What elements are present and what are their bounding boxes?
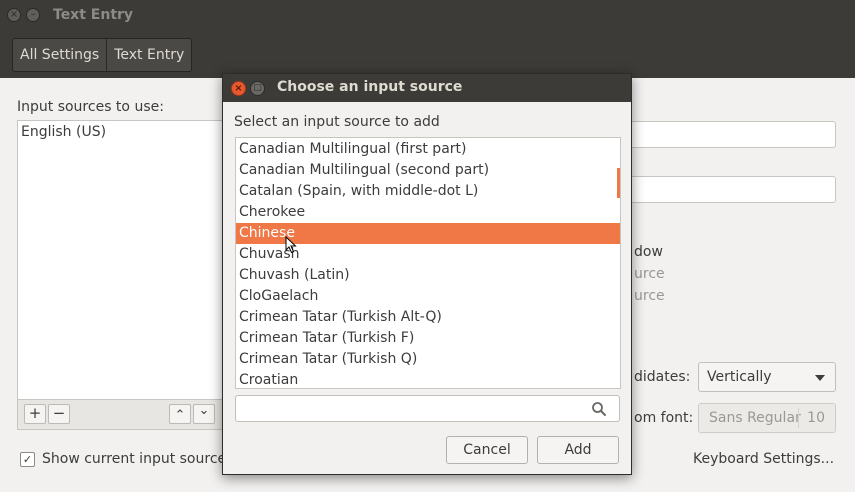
input-sources-list[interactable]: English (US) [17,120,223,400]
source-option-label-2: urce [634,288,665,304]
breadcrumb: All Settings Text Entry [12,38,193,72]
candidates-orientation-value: Vertically [707,369,772,385]
input-source-item[interactable]: English (US) [21,124,106,140]
breadcrumb-all-settings[interactable]: All Settings [13,39,108,71]
shortcut-entry-1[interactable] [600,121,836,148]
remove-source-button[interactable]: − [48,404,70,424]
list-scrollbar[interactable] [617,168,620,198]
candidates-orientation-combo[interactable]: Vertically [698,362,836,392]
keyboard-settings-button[interactable]: Keyboard Settings... [693,451,834,467]
list-item[interactable]: Crimean Tatar (Turkish Q) [236,349,620,370]
list-item[interactable]: Crimean Tatar (Turkish F) [236,328,620,349]
list-item[interactable]: Chuvash (Latin) [236,265,620,286]
list-item[interactable]: Croatian [236,370,620,388]
toolbar: All Settings Text Entry [0,32,855,78]
move-down-button[interactable]: ⌄ [193,404,215,424]
list-item[interactable]: Catalan (Spain, with middle-dot L) [236,181,620,202]
list-item[interactable]: Canadian Multilingual (first part) [236,139,620,160]
search-icon [592,402,606,416]
candidates-label: didates: [634,369,691,385]
choose-input-source-dialog: × □ Choose an input source Select an inp… [222,73,632,475]
window-close-icon[interactable]: × [7,8,21,22]
shortcut-entry-2[interactable] [600,176,836,203]
show-current-source-row[interactable]: ✓ Show current input source [20,451,226,467]
close-icon[interactable]: × [231,81,246,96]
show-current-source-label: Show current input source [42,451,227,467]
list-item[interactable]: CloGaelach [236,286,620,307]
font-separator [798,408,799,428]
chevron-down-icon [815,375,825,381]
cancel-button[interactable]: Cancel [446,436,528,464]
custom-font-label: om font: [634,410,694,426]
font-size: 10 [807,410,825,426]
list-item[interactable]: Canadian Multilingual (second part) [236,160,620,181]
window-minimize-icon[interactable]: – [26,8,40,22]
move-up-button[interactable]: ⌃ [169,404,191,424]
source-option-label-1: urce [634,266,665,282]
custom-font-button[interactable]: Sans Regular 10 [698,403,836,433]
input-sources-label: Input sources to use: [17,99,164,115]
add-button[interactable]: Add [537,436,619,464]
window-title: Text Entry [53,7,134,23]
window-option-label: dow [634,244,663,260]
window-titlebar: × – Text Entry [0,0,855,32]
list-item[interactable]: Crimean Tatar (Turkish Alt-Q) [236,307,620,328]
input-sources-toolbar: + − ⌃ ⌄ [17,400,223,430]
breadcrumb-text-entry[interactable]: Text Entry [107,39,191,71]
maximize-icon[interactable]: □ [250,81,265,96]
add-source-button[interactable]: + [24,404,46,424]
dialog-prompt: Select an input source to add [234,114,440,130]
mouse-cursor-icon [285,236,297,254]
list-item[interactable]: Cherokee [236,202,620,223]
show-current-source-checkbox[interactable]: ✓ [20,451,35,467]
dialog-titlebar: × □ Choose an input source [223,74,631,102]
dialog-title: Choose an input source [277,79,463,95]
input-source-list[interactable]: Canadian Multilingual (first part) Canad… [235,137,621,389]
search-input[interactable] [235,395,620,422]
font-name: Sans Regular [709,410,801,426]
